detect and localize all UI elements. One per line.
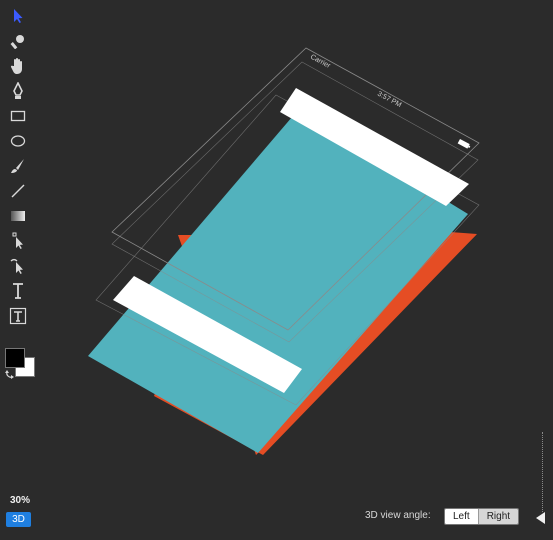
select-arrow-icon[interactable] bbox=[8, 6, 28, 26]
direct-select-icon[interactable] bbox=[8, 231, 28, 251]
3d-toggle-button[interactable]: 3D bbox=[6, 512, 31, 527]
ellipse-icon[interactable] bbox=[8, 131, 28, 151]
text-box-icon[interactable] bbox=[8, 306, 28, 326]
view-angle-label: 3D view angle: bbox=[365, 510, 431, 521]
gradient-icon[interactable] bbox=[8, 206, 28, 226]
swap-colors-icon[interactable] bbox=[5, 366, 15, 379]
anchor-select-icon[interactable] bbox=[8, 256, 28, 276]
exploded-layers-view: Carrier 3:57 PM bbox=[88, 47, 480, 455]
pen-icon[interactable] bbox=[8, 81, 28, 101]
view-angle-segmented-control: Left Right bbox=[444, 508, 520, 525]
zoom-magnifier-icon[interactable] bbox=[8, 31, 28, 51]
text-tool-icon[interactable] bbox=[8, 281, 28, 301]
view-angle-left-button[interactable]: Left bbox=[445, 509, 478, 524]
slider-thumb[interactable] bbox=[536, 512, 545, 524]
layer-spacing-slider[interactable] bbox=[536, 432, 548, 528]
brush-icon[interactable] bbox=[8, 156, 28, 176]
battery-icon bbox=[457, 139, 471, 149]
canvas-3d-view[interactable]: Carrier 3:57 PM bbox=[36, 0, 553, 535]
slider-track bbox=[542, 432, 544, 512]
foreground-color-swatch[interactable] bbox=[5, 348, 25, 368]
line-icon[interactable] bbox=[8, 181, 28, 201]
color-swatches bbox=[5, 348, 35, 379]
zoom-level: 30% bbox=[10, 495, 31, 506]
rectangle-icon[interactable] bbox=[8, 106, 28, 126]
view-angle-right-button[interactable]: Right bbox=[477, 509, 519, 524]
hand-pan-icon[interactable] bbox=[8, 56, 28, 76]
tool-palette: 30% 3D bbox=[0, 0, 36, 535]
